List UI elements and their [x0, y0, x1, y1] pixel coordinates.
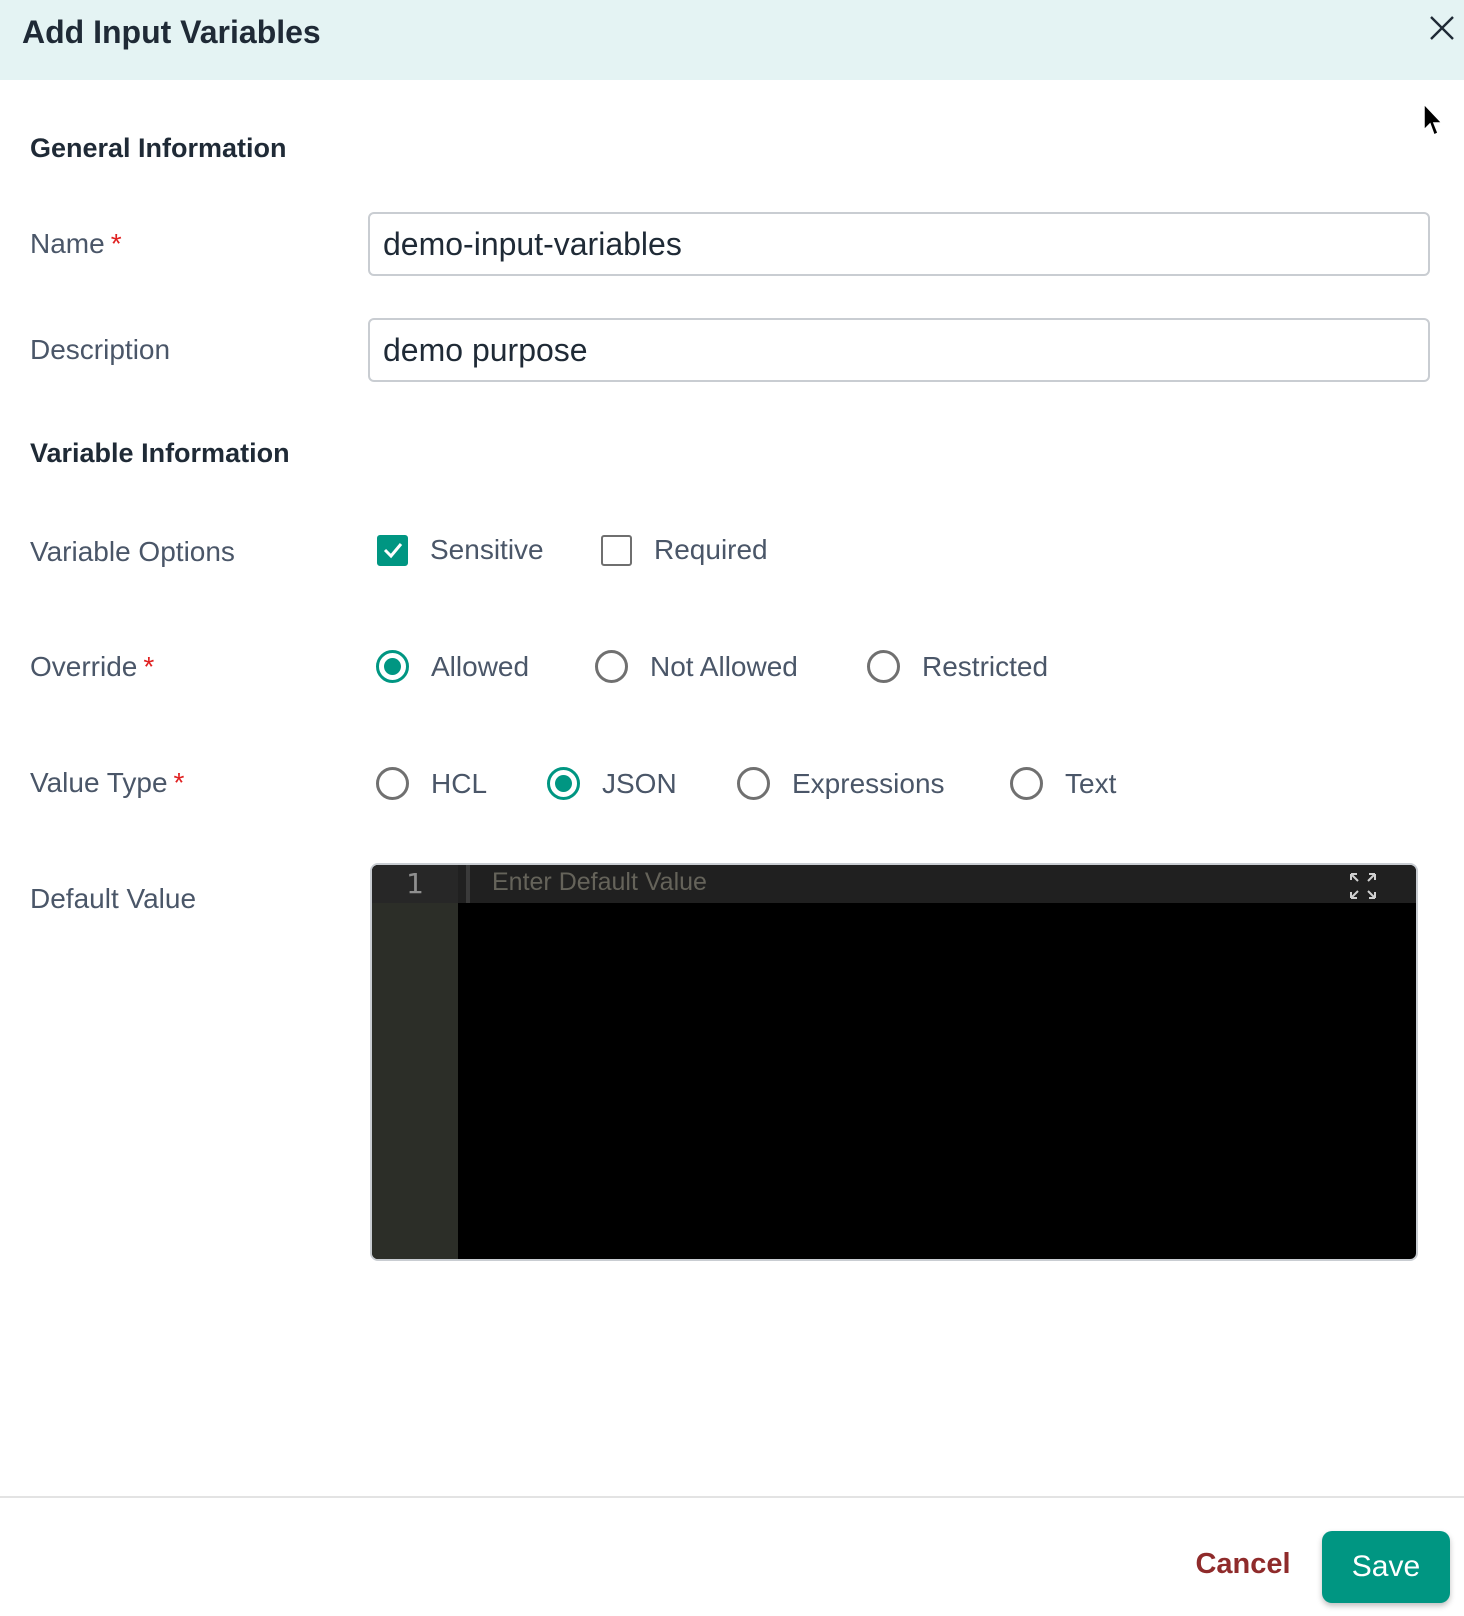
- override-allowed-radio[interactable]: Allowed: [376, 650, 529, 683]
- variable-options-label: Variable Options: [30, 536, 235, 567]
- value-type-label: Value Type *: [30, 767, 184, 799]
- cancel-button[interactable]: Cancel: [1178, 1528, 1308, 1600]
- dialog-title: Add Input Variables: [22, 14, 321, 50]
- required-label: Required: [654, 534, 768, 565]
- radio-unselected[interactable]: [1010, 767, 1043, 800]
- checkmark-icon: [383, 543, 402, 559]
- editor-placeholder: Enter Default Value: [492, 868, 707, 896]
- hcl-label: HCL: [431, 767, 488, 799]
- default-value-label: Default Value: [30, 883, 197, 914]
- variable-information-heading: Variable Information: [30, 438, 290, 468]
- name-label: Name *: [30, 228, 122, 260]
- name-label-text: Name: [30, 228, 105, 259]
- expressions-label: Expressions: [792, 767, 945, 799]
- radio-unselected[interactable]: [737, 767, 770, 800]
- checkbox-unchecked[interactable]: [601, 534, 632, 566]
- value-type-expressions-radio[interactable]: Expressions: [737, 767, 945, 800]
- footer-divider: [0, 1496, 1464, 1498]
- value-type-json-radio[interactable]: JSON: [547, 767, 677, 800]
- radio-selected[interactable]: [376, 650, 409, 683]
- required-marker: *: [143, 651, 155, 682]
- fullscreen-button[interactable]: [1348, 871, 1378, 901]
- editor-gutter: [372, 865, 458, 1259]
- checkbox-checked[interactable]: [377, 534, 408, 566]
- close-button[interactable]: [1428, 14, 1456, 42]
- radio-selected[interactable]: [547, 767, 580, 800]
- not-allowed-label: Not Allowed: [650, 650, 798, 682]
- allowed-label: Allowed: [431, 650, 530, 682]
- override-label: Override *: [30, 651, 154, 683]
- required-marker: *: [173, 767, 185, 798]
- editor-gutter-separator: [466, 865, 470, 903]
- required-checkbox[interactable]: Required: [601, 534, 768, 566]
- close-icon: [1430, 16, 1454, 40]
- expand-icon: [1350, 873, 1376, 899]
- override-label-text: Override: [30, 651, 138, 682]
- value-type-label-text: Value Type: [30, 767, 168, 798]
- sensitive-checkbox[interactable]: Sensitive: [377, 534, 544, 566]
- description-label: Description: [30, 334, 171, 365]
- value-type-text-radio[interactable]: Text: [1010, 767, 1116, 800]
- text-label: Text: [1065, 767, 1117, 799]
- radio-unselected[interactable]: [376, 767, 409, 800]
- mouse-cursor-icon: [1423, 102, 1444, 137]
- radio-unselected[interactable]: [867, 650, 900, 683]
- name-input[interactable]: [368, 212, 1430, 276]
- override-restricted-radio[interactable]: Restricted: [867, 650, 1048, 683]
- default-value-code-editor[interactable]: 1 Enter Default Value: [370, 863, 1418, 1261]
- description-input[interactable]: [368, 318, 1430, 382]
- general-information-heading: General Information: [30, 133, 287, 163]
- restricted-label: Restricted: [922, 650, 1049, 682]
- json-label: JSON: [602, 767, 677, 799]
- dialog-header: Add Input Variables: [0, 0, 1464, 80]
- radio-unselected[interactable]: [595, 650, 628, 683]
- required-marker: *: [110, 228, 122, 259]
- override-not-allowed-radio[interactable]: Not Allowed: [595, 650, 798, 683]
- line-number: 1: [406, 867, 424, 900]
- sensitive-label: Sensitive: [430, 534, 544, 565]
- value-type-hcl-radio[interactable]: HCL: [376, 767, 487, 800]
- save-button[interactable]: Save: [1322, 1531, 1450, 1603]
